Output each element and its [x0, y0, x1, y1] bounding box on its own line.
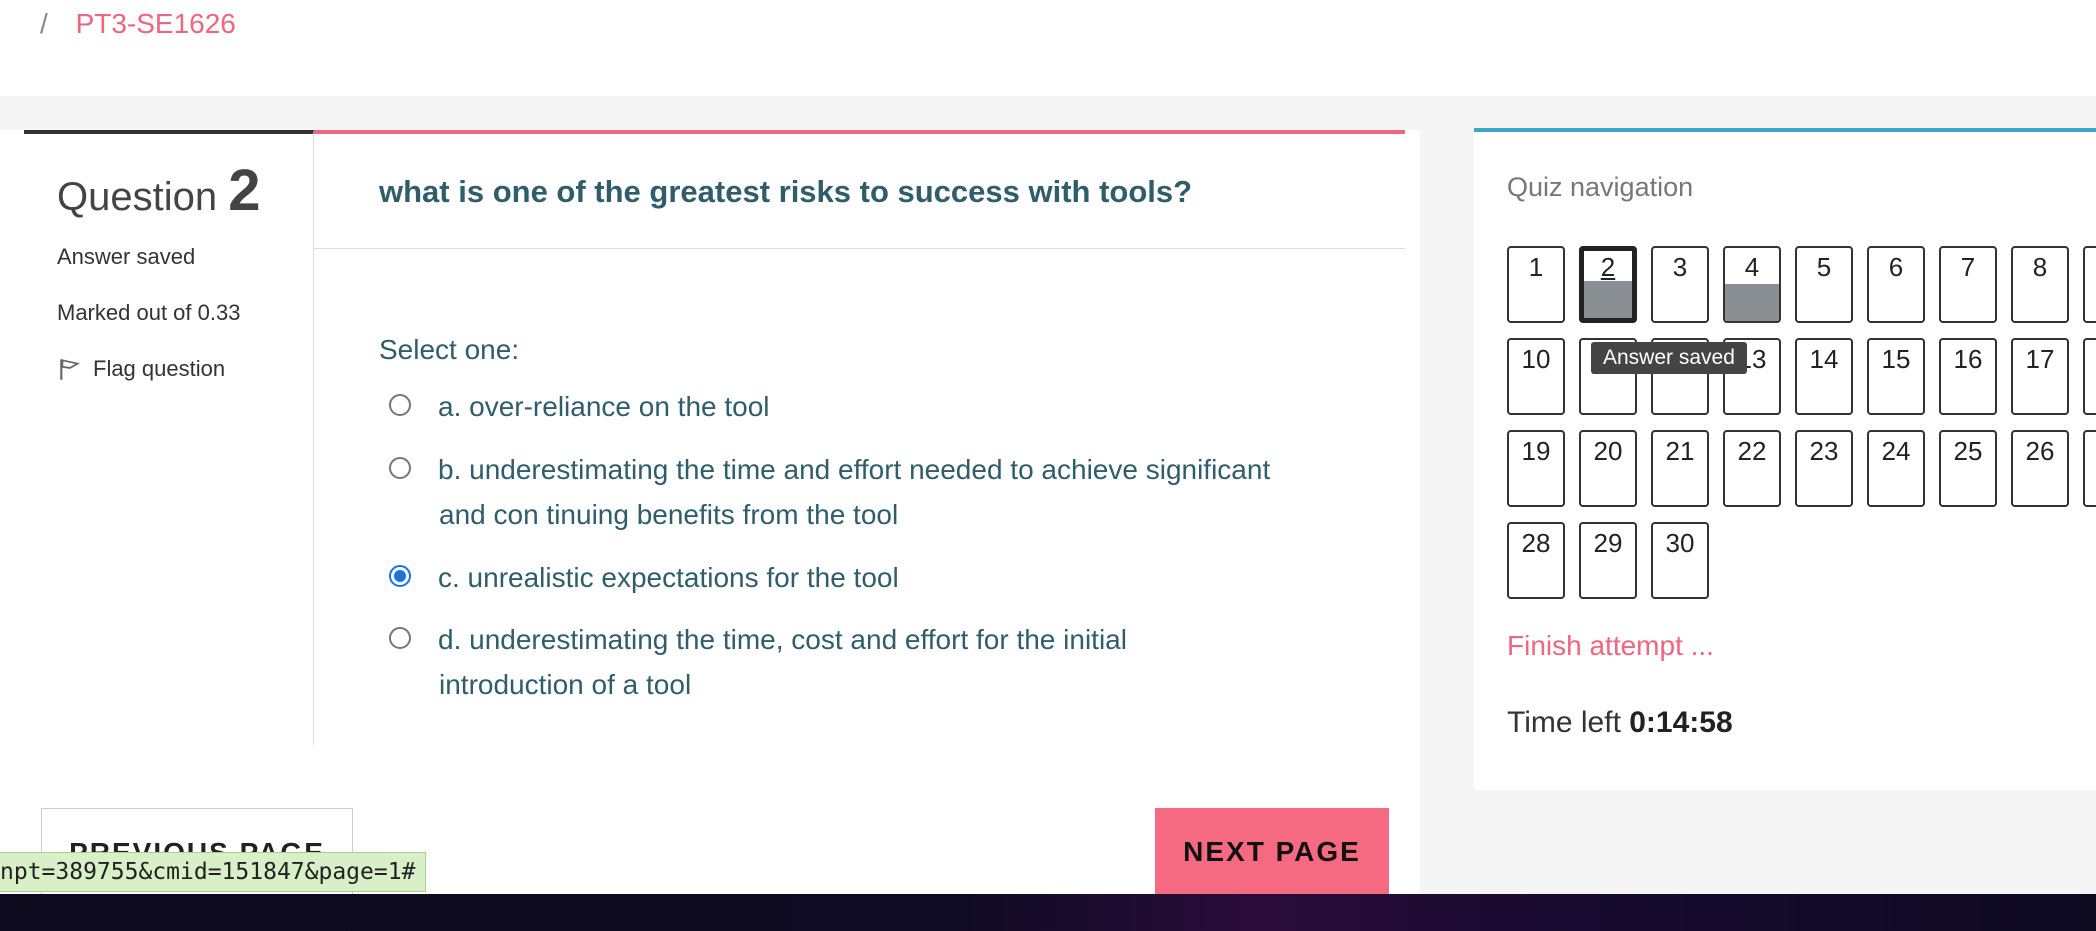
flag-question-button[interactable]: Flag question [57, 356, 313, 382]
quiz-nav-button-25[interactable]: 25 [1939, 430, 1997, 507]
next-page-button[interactable]: NEXT PAGE [1155, 808, 1389, 898]
time-left: Time left 0:14:58 [1507, 706, 1733, 740]
flag-question-label: Flag question [93, 356, 226, 381]
quiz-nav-button-label: 2 [1600, 252, 1616, 282]
status-url-bar: npt=389755&cmid=151847&page=1# [0, 852, 427, 892]
question-status: Answer saved [57, 244, 196, 269]
time-left-label: Time left [1507, 706, 1621, 739]
quiz-nav-button-label: 6 [1888, 252, 1904, 282]
quiz-nav-button-9[interactable]: 9 [2083, 246, 2096, 323]
divider [314, 248, 1405, 249]
quiz-nav-button-label: 21 [1665, 436, 1695, 466]
quiz-nav-button-label: 29 [1593, 528, 1623, 558]
quiz-nav-button-23[interactable]: 23 [1795, 430, 1853, 507]
answer-label-continued[interactable]: and con tinuing benefits from the tool [439, 492, 898, 537]
radio-button[interactable] [389, 627, 411, 649]
quiz-nav-button-4[interactable]: 4 [1723, 246, 1781, 323]
quiz-nav-button-1[interactable]: 1 [1507, 246, 1565, 323]
quiz-nav-button-29[interactable]: 29 [1579, 522, 1637, 599]
answer-option-c[interactable]: c. unrealistic expectations for the tool [389, 555, 1318, 600]
quiz-nav-button-label: 17 [2025, 344, 2055, 374]
answered-indicator [1725, 284, 1779, 321]
quiz-nav-button-10[interactable]: 10 [1507, 338, 1565, 415]
quiz-nav-button-30[interactable]: 30 [1651, 522, 1709, 599]
answered-indicator [1584, 281, 1632, 318]
breadcrumb-link-course[interactable]: PT3-SE1626 [76, 8, 236, 39]
quiz-nav-button-17[interactable]: 17 [2011, 338, 2069, 415]
quiz-nav-button-20[interactable]: 20 [1579, 430, 1637, 507]
quiz-nav-button-label: 26 [2025, 436, 2055, 466]
quiz-nav-button-label: 3 [1672, 252, 1688, 282]
quiz-nav-button-label: 10 [1521, 344, 1551, 374]
quiz-nav-button-label: 7 [1960, 252, 1976, 282]
quiz-nav-button-label: 1 [1528, 252, 1544, 282]
radio-button[interactable] [389, 394, 411, 416]
quiz-nav-button-5[interactable]: 5 [1795, 246, 1853, 323]
quiz-nav-button-28[interactable]: 28 [1507, 522, 1565, 599]
system-dock [0, 894, 2096, 931]
answer-prompt: Select one: [379, 334, 520, 365]
quiz-nav-button-label: 25 [1953, 436, 1983, 466]
breadcrumb: / PT3-SE1626 [40, 8, 236, 40]
answer-label[interactable]: b. underestimating the time and effort n… [438, 447, 1318, 492]
answer-label-continued[interactable]: introduction of a tool [439, 662, 691, 707]
quiz-navigation-title: Quiz navigation [1507, 172, 1694, 202]
answer-option-d[interactable]: d. underestimating the time, cost and ef… [389, 617, 1318, 700]
quiz-nav-button-label: 20 [1593, 436, 1623, 466]
quiz-nav-button-21[interactable]: 21 [1651, 430, 1709, 507]
quiz-nav-button-label: 15 [1881, 344, 1911, 374]
answer-option-b[interactable]: b. underestimating the time and effort n… [389, 447, 1318, 530]
question-text: what is one of the greatest risks to suc… [379, 174, 1193, 209]
quiz-nav-button-label: 18 [2085, 344, 2096, 375]
flag-icon [60, 359, 80, 380]
quiz-nav-button-label: 22 [1737, 436, 1767, 466]
quiz-nav-button-2[interactable]: 2 [1579, 246, 1637, 323]
question-grade: Marked out of 0.33 [57, 300, 241, 325]
quiz-nav-button-label: 23 [1809, 436, 1839, 466]
radio-button[interactable] [389, 457, 411, 479]
answer-option-a[interactable]: a. over-reliance on the tool [389, 384, 1318, 429]
quiz-nav-button-label: 9 [2085, 252, 2096, 283]
answer-label[interactable]: a. over-reliance on the tool [438, 384, 1318, 429]
quiz-nav-button-3[interactable]: 3 [1651, 246, 1709, 323]
quiz-nav-button-14[interactable]: 14 [1795, 338, 1853, 415]
quiz-nav-button-label: 5 [1816, 252, 1832, 282]
question-body: what is one of the greatest risks to suc… [314, 130, 1405, 745]
quiz-nav-button-label: 14 [1809, 344, 1839, 374]
radio-button-selected[interactable] [389, 565, 411, 587]
finish-attempt-link[interactable]: Finish attempt ... [1507, 630, 1714, 662]
question-heading: Question 2 [57, 162, 313, 220]
answer-label[interactable]: d. underestimating the time, cost and ef… [438, 617, 1318, 662]
quiz-nav-button-8[interactable]: 8 [2011, 246, 2069, 323]
quiz-nav-button-15[interactable]: 15 [1867, 338, 1925, 415]
quiz-nav-button-6[interactable]: 6 [1867, 246, 1925, 323]
quiz-nav-button-label: 28 [1521, 528, 1551, 558]
quiz-nav-button-7[interactable]: 7 [1939, 246, 1997, 323]
quiz-nav-button-label: 24 [1881, 436, 1911, 466]
quiz-nav-button-27[interactable]: 27 [2083, 430, 2096, 507]
question-label: Question [57, 175, 218, 219]
quiz-nav-button-18[interactable]: 18 [2083, 338, 2096, 415]
time-left-value: 0:14:58 [1629, 706, 1733, 739]
answer-label[interactable]: c. unrealistic expectations for the tool [438, 555, 1318, 600]
quiz-nav-button-label: 4 [1744, 252, 1760, 282]
quiz-nav-button-19[interactable]: 19 [1507, 430, 1565, 507]
quiz-navigation-panel: Quiz navigation 123456789101112131415161… [1474, 128, 2096, 790]
quiz-nav-button-16[interactable]: 16 [1939, 338, 1997, 415]
quiz-nav-button-22[interactable]: 22 [1723, 430, 1781, 507]
quiz-nav-button-label: 19 [1521, 436, 1551, 466]
quiz-nav-button-26[interactable]: 26 [2011, 430, 2069, 507]
quiz-nav-button-label: 30 [1665, 528, 1695, 558]
quiz-nav-button-label: 16 [1953, 344, 1983, 374]
quiz-nav-button-label: 8 [2032, 252, 2048, 282]
breadcrumb-separator: / [40, 8, 48, 39]
answer-saved-tooltip: Answer saved [1591, 342, 1747, 374]
question-info: Question 2 Answer saved Marked out of 0.… [24, 130, 314, 745]
quiz-nav-button-label: 27 [2085, 436, 2096, 467]
quiz-nav-button-24[interactable]: 24 [1867, 430, 1925, 507]
question-number: 2 [228, 158, 261, 223]
